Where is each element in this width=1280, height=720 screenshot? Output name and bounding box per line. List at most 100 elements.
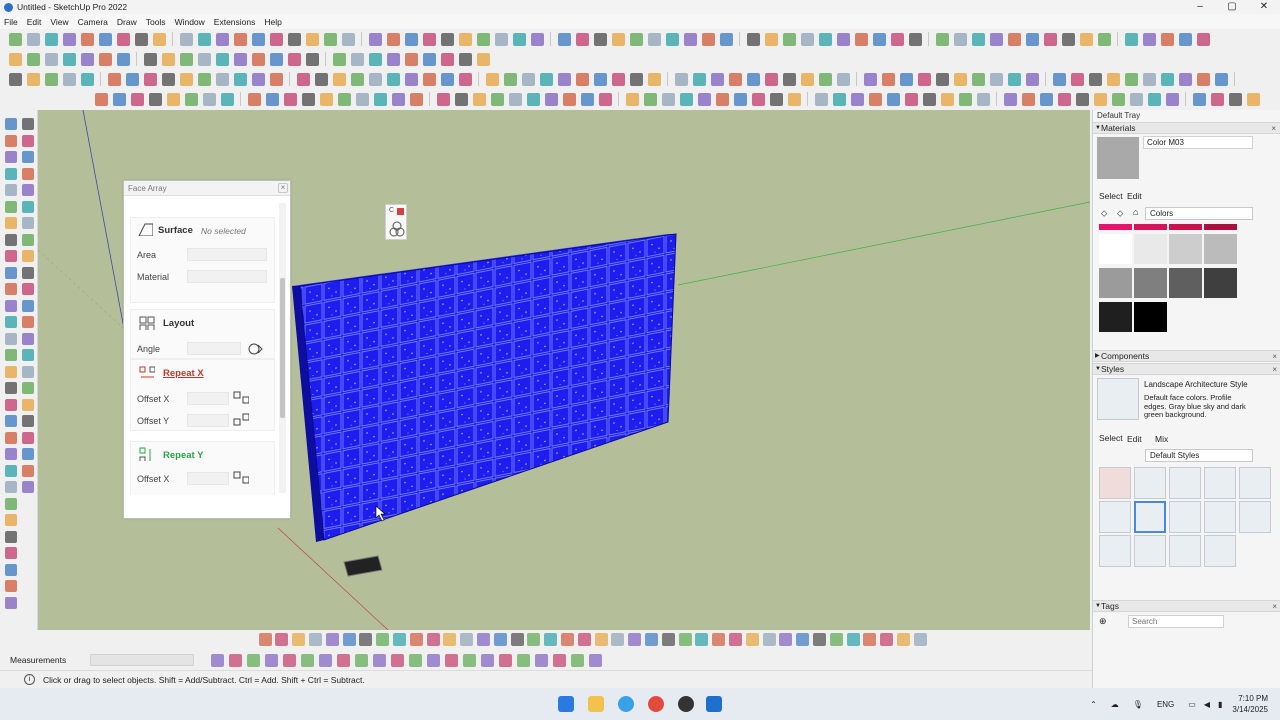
tool-icon[interactable] [953, 32, 967, 46]
style-thumbnail[interactable] [1169, 535, 1201, 567]
tool-icon[interactable] [22, 398, 34, 411]
tool-icon[interactable] [510, 633, 524, 646]
tool-icon[interactable] [22, 167, 34, 180]
tool-icon[interactable] [1147, 92, 1161, 106]
tool-icon[interactable] [5, 332, 17, 345]
tool-icon[interactable] [526, 92, 540, 106]
maximize-button[interactable]: ▢ [1216, 0, 1248, 14]
tool-icon[interactable] [458, 52, 472, 66]
tool-icon[interactable] [116, 32, 130, 46]
color-swatch[interactable] [1134, 234, 1167, 264]
tool-icon[interactable] [458, 32, 472, 46]
tool-icon[interactable] [5, 134, 17, 147]
tool-icon[interactable] [710, 72, 724, 86]
color-swatch[interactable] [1099, 234, 1132, 264]
tool-icon[interactable] [490, 92, 504, 106]
tool-icon[interactable] [989, 32, 1003, 46]
tool-icon[interactable] [5, 233, 17, 246]
tool-icon[interactable] [868, 92, 882, 106]
color-swatch[interactable] [1169, 234, 1202, 264]
tool-icon[interactable] [1052, 72, 1066, 86]
tags-close-icon[interactable]: × [1272, 601, 1277, 612]
color-swatch[interactable] [1134, 302, 1167, 332]
home-icon[interactable]: ⌂ [1133, 207, 1138, 217]
tool-icon[interactable] [5, 415, 17, 427]
tool-icon[interactable] [458, 72, 472, 86]
tool-icon[interactable] [152, 32, 166, 46]
tool-icon[interactable] [116, 52, 130, 66]
tool-icon[interactable] [598, 92, 612, 106]
tool-icon[interactable] [314, 72, 328, 86]
tool-icon[interactable] [22, 134, 34, 147]
tool-icon[interactable] [779, 633, 793, 646]
tool-icon[interactable] [886, 92, 900, 106]
repeat-y-label[interactable]: Repeat Y [163, 450, 203, 461]
clock[interactable]: 7:10 PM 3/14/2025 [1232, 693, 1268, 715]
tool-icon[interactable] [300, 653, 314, 667]
tool-icon[interactable] [22, 382, 34, 394]
microphone-icon[interactable]: 🎙 [1133, 700, 1143, 709]
components-close-icon[interactable]: × [1272, 351, 1277, 362]
tool-icon[interactable] [26, 32, 40, 46]
tool-icon[interactable] [247, 92, 261, 106]
tool-icon[interactable] [880, 633, 894, 646]
tool-icon[interactable] [872, 32, 886, 46]
material-field[interactable] [187, 270, 267, 283]
tool-icon[interactable] [552, 653, 566, 667]
style-thumbnail[interactable] [1239, 467, 1271, 499]
tool-icon[interactable] [764, 32, 778, 46]
tool-icon[interactable] [354, 653, 368, 667]
tool-icon[interactable] [5, 217, 17, 229]
tool-icon[interactable] [1021, 92, 1035, 106]
tool-icon[interactable] [44, 52, 58, 66]
tool-icon[interactable] [683, 32, 697, 46]
sketchup-taskbar-icon[interactable] [706, 696, 722, 712]
tool-icon[interactable] [904, 92, 918, 106]
tool-icon[interactable] [593, 32, 607, 46]
tool-icon[interactable] [745, 633, 759, 646]
chrome-icon[interactable] [648, 696, 664, 712]
tool-icon[interactable] [282, 653, 296, 667]
tool-icon[interactable] [8, 72, 22, 86]
tool-icon[interactable] [5, 299, 17, 312]
tool-icon[interactable] [275, 633, 289, 646]
tool-icon[interactable] [485, 72, 499, 86]
tool-icon[interactable] [695, 633, 709, 646]
tool-icon[interactable] [678, 633, 692, 646]
tool-icon[interactable] [440, 52, 454, 66]
tool-icon[interactable] [422, 72, 436, 86]
tool-icon[interactable] [220, 92, 234, 106]
tool-icon[interactable] [422, 32, 436, 46]
tool-icon[interactable] [5, 382, 17, 394]
tool-icon[interactable] [134, 32, 148, 46]
tool-icon[interactable] [22, 349, 34, 361]
tool-icon[interactable] [1142, 32, 1156, 46]
tool-icon[interactable] [643, 92, 657, 106]
tool-icon[interactable] [527, 633, 541, 646]
app-icon[interactable] [678, 696, 694, 712]
tool-icon[interactable] [258, 633, 272, 646]
tool-icon[interactable] [22, 448, 34, 460]
tool-icon[interactable] [560, 633, 574, 646]
color-swatch[interactable] [1204, 268, 1237, 298]
tool-icon[interactable] [342, 633, 356, 646]
tool-icon[interactable] [1075, 92, 1089, 106]
tool-icon[interactable] [1178, 32, 1192, 46]
color-swatch[interactable] [1204, 234, 1237, 264]
tool-icon[interactable] [674, 72, 688, 86]
tool-icon[interactable] [80, 52, 94, 66]
tool-icon[interactable] [1106, 72, 1120, 86]
tiled-wall[interactable] [299, 233, 677, 541]
tool-icon[interactable] [846, 633, 860, 646]
scrollbar-thumb[interactable] [280, 278, 285, 418]
tool-icon[interactable] [391, 92, 405, 106]
tool-icon[interactable] [404, 32, 418, 46]
back-arrow-icon[interactable]: ⬦ [1101, 208, 1107, 219]
tool-icon[interactable] [1129, 92, 1143, 106]
tool-icon[interactable] [733, 92, 747, 106]
tool-icon[interactable] [1007, 32, 1021, 46]
minimize-button[interactable]: – [1184, 0, 1216, 14]
style-thumbnail[interactable] [1169, 501, 1201, 533]
rotate-angle-icon[interactable] [247, 342, 263, 356]
styles-tab-select[interactable]: Select [1099, 433, 1123, 443]
